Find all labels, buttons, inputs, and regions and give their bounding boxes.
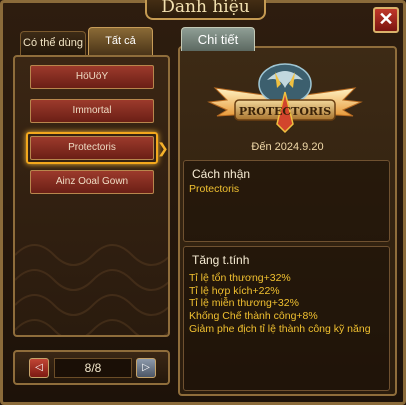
title-item-immortal[interactable]: Immortal — [30, 99, 154, 123]
title-item-protectoris[interactable]: Protectoris — [30, 136, 154, 160]
tab-all[interactable]: Tất cả — [88, 27, 153, 55]
wave-pattern — [15, 244, 168, 335]
stat-line: Tỉ lệ hợp kích+22% — [189, 284, 280, 297]
selected-arrow-icon: ❯ — [157, 140, 169, 156]
how-to-get-heading: Cách nhận — [192, 167, 251, 181]
title-list-panel: HöUöY Immortal Protectoris Ainz Ooal Gow… — [13, 55, 170, 337]
stat-line: Tỉ lệ miễn thương+32% — [189, 297, 299, 310]
pager: ◁ 8/8 ▷ — [13, 350, 170, 385]
emblem-text: PROTECTORIS — [239, 105, 331, 118]
close-button[interactable]: ✕ — [373, 7, 399, 33]
how-to-get-value: Protectoris — [189, 183, 240, 195]
stat-line: Giảm phe địch tỉ lệ thành công kỹ năng — [189, 322, 371, 335]
title-item-ainz-ooal-gown[interactable]: Ainz Ooal Gown — [30, 170, 154, 194]
title-item-houoy[interactable]: HöUöY — [30, 65, 154, 89]
tab-detail[interactable]: Chi tiết — [181, 27, 255, 51]
stat-bonus-list: Tỉ lệ tổn thương+32% Tỉ lệ hợp kích+22% … — [189, 272, 371, 336]
window-title: Danh hiệu — [145, 0, 266, 20]
page-indicator: 8/8 — [54, 358, 132, 378]
tab-available[interactable]: Có thể dùng — [20, 31, 86, 55]
stat-bonus-heading: Tăng t.tính — [192, 253, 250, 267]
stat-line: Khống Chế thành công+8% — [189, 310, 318, 323]
next-page-button[interactable]: ▷ — [136, 358, 156, 378]
expiry-date: Đến 2024.9.20 — [251, 141, 324, 153]
stat-line: Tỉ lệ tổn thương+32% — [189, 272, 291, 284]
prev-page-button[interactable]: ◁ — [29, 358, 49, 378]
stat-bonus-box: Tăng t.tính Tỉ lệ tổn thương+32% Tỉ lệ h… — [183, 246, 390, 391]
protectoris-emblem: PROTECTORIS — [207, 63, 363, 134]
how-to-get-box: Cách nhận Protectoris — [183, 160, 390, 242]
